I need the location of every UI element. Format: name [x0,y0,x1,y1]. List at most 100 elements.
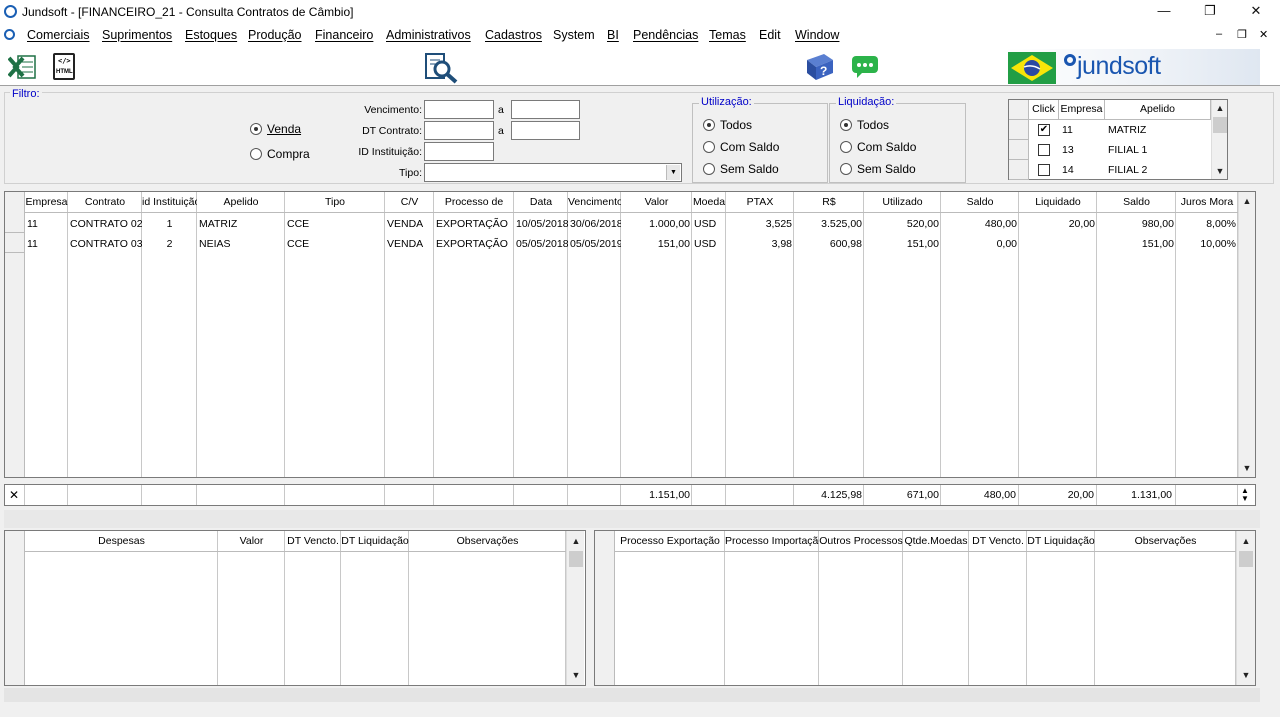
contracts-header[interactable]: Vencimento [568,192,621,213]
table-cell: NEIAS [199,238,231,250]
contracts-header[interactable]: Apelido [197,192,285,213]
scroll-up-icon[interactable]: ▲ [568,533,584,549]
radio-utilizacao-com-saldo[interactable] [703,141,715,153]
contracts-header[interactable]: Valor [621,192,692,213]
menu-suprimentos[interactable]: Suprimentos [102,28,172,42]
scroll-thumb[interactable] [1239,551,1253,567]
radio-liquidacao-com-saldo[interactable] [840,141,852,153]
spin-updown-icon[interactable]: ▲ ▼ [1241,487,1249,503]
radio-liquidacao-todos[interactable] [840,119,852,131]
radio-venda[interactable] [250,123,262,135]
menu-temas[interactable]: Temas [709,28,746,42]
mdi-minimize-button[interactable]: – [1216,28,1222,40]
processos-header[interactable]: Processo Importação [725,531,819,552]
empresa-grid-header-click[interactable]: Click [1029,100,1059,120]
processos-header[interactable]: DT Liquidação [1027,531,1095,552]
contracts-header[interactable]: Moeda [692,192,726,213]
excel-export-icon[interactable] [8,54,36,80]
empresa-row-selector[interactable] [1009,160,1029,180]
contracts-header[interactable]: C/V [385,192,434,213]
radio-compra[interactable] [250,148,262,160]
menu-cadastros[interactable]: Cadastros [485,28,542,42]
despesas-header[interactable]: DT Vencto. [285,531,341,552]
contracts-header[interactable]: Saldo [1097,192,1176,213]
empresa-row-selector[interactable] [1009,120,1029,140]
processos-scrollbar[interactable]: ▲ ▼ [1236,531,1255,685]
processos-header[interactable]: DT Vencto. [969,531,1027,552]
empresa-row-checkbox[interactable] [1038,144,1050,156]
contracts-header[interactable]: Empresa [25,192,68,213]
processos-header[interactable]: Qtde.Moedas [903,531,969,552]
menu-window[interactable]: Window [795,28,839,42]
contracts-header[interactable]: id Instituição [142,192,197,213]
despesas-header[interactable]: DT Liquidação [341,531,409,552]
document-search-icon[interactable] [424,52,460,84]
despesas-header[interactable]: Despesas [25,531,218,552]
row-selector[interactable] [5,213,25,233]
menu-edit[interactable]: Edit [759,28,781,42]
menu-administrativos[interactable]: Administrativos [386,28,471,42]
contracts-header[interactable]: Processo de [434,192,514,213]
contracts-header[interactable]: PTAX [726,192,794,213]
contracts-header[interactable]: Juros Mora [1176,192,1238,213]
mdi-system-icon[interactable] [4,29,15,40]
empresa-row-selector[interactable] [1009,140,1029,160]
contracts-header[interactable]: Data [514,192,568,213]
contracts-header[interactable]: Liquidado [1019,192,1097,213]
help-book-icon[interactable]: ? [804,52,836,82]
scroll-thumb[interactable] [1213,117,1227,133]
contracts-header[interactable]: Saldo [941,192,1019,213]
restore-button[interactable]: ❐ [1187,0,1233,24]
menu-financeiro[interactable]: Financeiro [315,28,373,42]
contracts-header[interactable]: Utilizado [864,192,941,213]
contracts-grid-scrollbar[interactable]: ▲ ▼ [1238,192,1255,477]
vencimento-from-field[interactable] [424,100,494,119]
table-cell: VENDA [387,218,424,230]
id-instituicao-field[interactable] [424,142,494,161]
dt-contrato-from-field[interactable] [424,121,494,140]
despesas-scrollbar[interactable]: ▲ ▼ [566,531,584,685]
empresa-grid-header-empresa[interactable]: Empresa [1059,100,1105,120]
scroll-up-icon[interactable]: ▲ [1239,193,1255,209]
scroll-down-icon[interactable]: ▼ [1212,163,1228,179]
html-export-icon[interactable]: </> HTML [53,53,75,80]
close-button[interactable]: ✕ [1233,0,1279,24]
minimize-button[interactable]: — [1141,0,1187,24]
empresa-row-checkbox[interactable]: ✔ [1038,124,1050,136]
radio-utilizacao-todos[interactable] [703,119,715,131]
contracts-header[interactable]: Contrato [68,192,142,213]
despesas-header[interactable]: Observações [409,531,566,552]
radio-utilizacao-sem-saldo[interactable] [703,163,715,175]
menu-producao[interactable]: Produção [248,28,302,42]
vencimento-to-field[interactable] [511,100,580,119]
scroll-down-icon[interactable]: ▼ [1239,460,1255,476]
processos-header[interactable]: Outros Processos [819,531,903,552]
empresa-row-checkbox[interactable] [1038,164,1050,176]
row-selector[interactable] [5,233,25,253]
scroll-thumb[interactable] [569,551,583,567]
table-cell: 10/05/2018 [516,218,568,230]
radio-liquidacao-sem-saldo[interactable] [840,163,852,175]
menu-estoques[interactable]: Estoques [185,28,237,42]
menu-system[interactable]: System [553,28,595,42]
menu-pendencias[interactable]: Pendências [633,28,698,42]
contracts-header[interactable]: R$ [794,192,864,213]
scroll-up-icon[interactable]: ▲ [1212,100,1228,116]
scroll-down-icon[interactable]: ▼ [1238,667,1254,683]
processos-header[interactable]: Processo Exportação [615,531,725,552]
chevron-down-icon[interactable]: ▼ [666,165,680,180]
tipo-select[interactable]: ▼ [424,163,682,182]
mdi-close-button[interactable]: ✕ [1259,28,1268,41]
scroll-down-icon[interactable]: ▼ [568,667,584,683]
processos-header[interactable]: Observações [1095,531,1236,552]
mdi-restore-button[interactable]: ❐ [1237,28,1247,41]
empresa-grid-header-apelido[interactable]: Apelido [1105,100,1211,120]
menu-bi[interactable]: BI [607,28,619,42]
empresa-grid-scrollbar[interactable]: ▲ ▼ [1211,100,1227,179]
scroll-up-icon[interactable]: ▲ [1238,533,1254,549]
contracts-header[interactable]: Tipo [285,192,385,213]
menu-comerciais[interactable]: Comerciais [27,28,90,42]
dt-contrato-to-field[interactable] [511,121,580,140]
despesas-header[interactable]: Valor [218,531,285,552]
chat-icon[interactable] [851,55,879,79]
